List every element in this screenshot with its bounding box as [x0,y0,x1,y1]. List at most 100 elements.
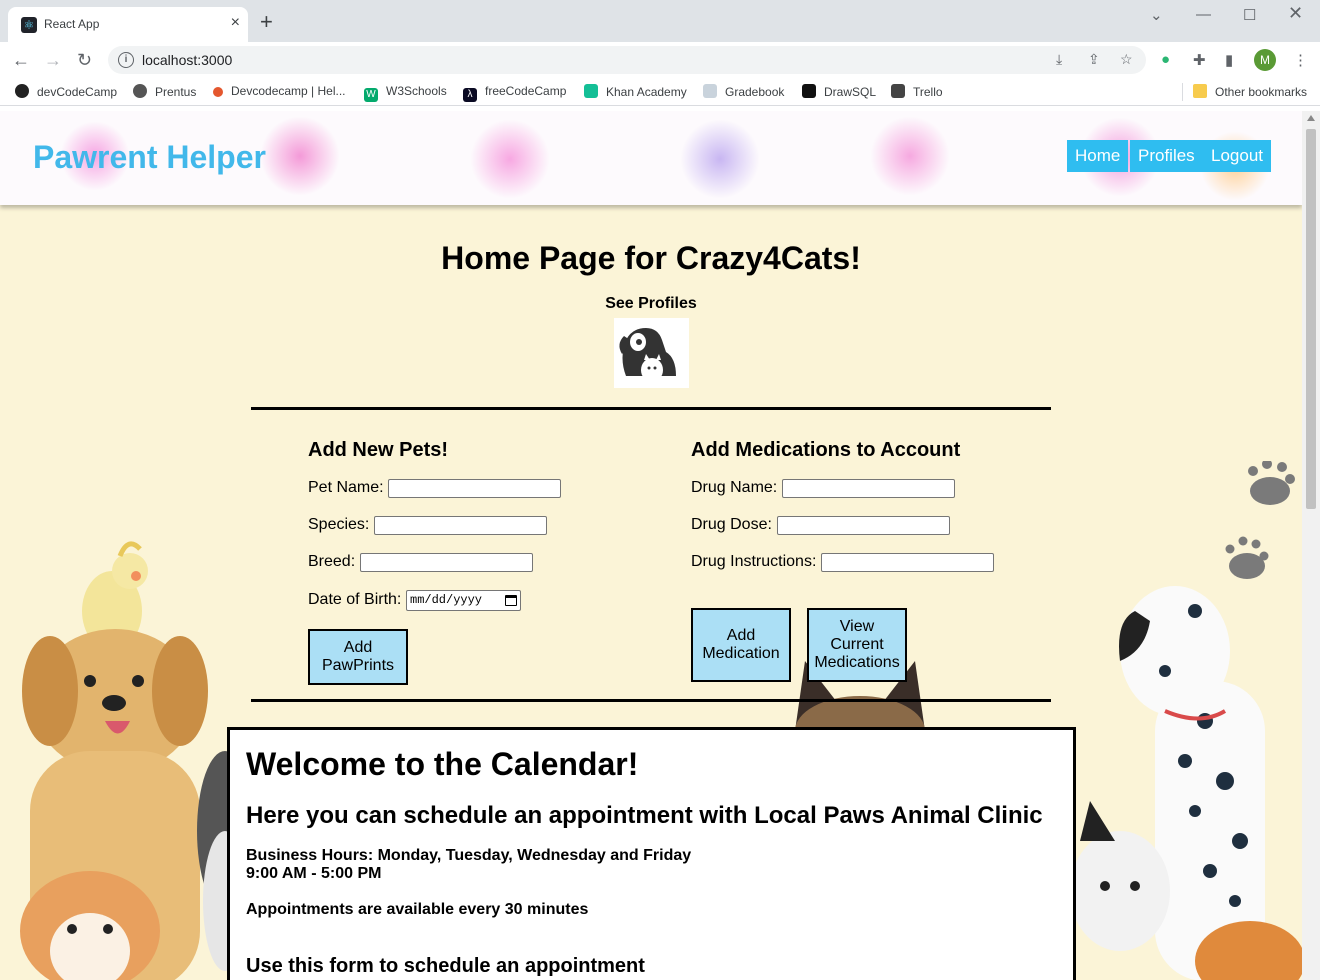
bookmark-prentus[interactable]: Prentus [133,84,196,99]
devcodecamp-help-icon [213,87,223,97]
bookmark-devcodecamp[interactable]: devCodeCamp [15,84,117,99]
species-input[interactable] [374,516,547,535]
page-scrollbar[interactable] [1302,111,1320,980]
section-divider [251,699,1051,702]
calendar-subtitle: Here you can schedule an appointment wit… [246,802,1043,829]
nav-profiles[interactable]: Profiles [1130,140,1203,172]
drawsql-icon [802,84,816,98]
trello-icon [891,84,905,98]
bookmark-drawsql[interactable]: DrawSQL [802,84,876,99]
watercolor-decoration [680,119,760,199]
watercolor-decoration [870,116,950,196]
business-hours-times: 9:00 AM - 5:00 PM [246,865,382,882]
dob-placeholder: mm/dd/yyyy [410,593,483,607]
dog-cat-icon [619,328,676,382]
browser-tab[interactable]: ⚛ React App × [8,7,248,42]
add-pets-title: Add New Pets! [308,439,449,461]
dalmatian-and-dogs-illustration [1075,461,1302,980]
drug-instructions-input[interactable] [821,553,994,572]
bookmark-label: Devcodecamp | Hel... [231,84,346,98]
bookmarks-bar: devCodeCamp Prentus Devcodecamp | Hel...… [0,78,1320,106]
species-label: Species: [308,516,370,533]
site-header: Pawrent Helper Home Profiles Logout [0,111,1302,205]
khan-academy-icon [584,84,598,98]
bookmark-label: W3Schools [386,84,447,98]
extensions-puzzle-icon[interactable]: ✚ [1193,51,1206,69]
folder-icon [1193,84,1207,98]
close-tab-icon[interactable]: × [231,14,240,32]
bookmark-label: Khan Academy [606,85,687,99]
bookmark-devcodecamp-help[interactable]: Devcodecamp | Hel... [213,84,346,98]
bookmark-label: devCodeCamp [37,85,118,99]
brand-title[interactable]: Pawrent Helper [33,139,266,176]
url-text[interactable]: localhost:3000 [142,52,232,68]
bookmark-label: Gradebook [725,85,785,99]
close-window-icon[interactable]: ✕ [1288,3,1303,24]
bookmark-gradebook[interactable]: Gradebook [703,84,784,99]
add-medications-title: Add Medications to Account [691,439,961,461]
maximize-icon[interactable]: ☐ [1243,6,1256,24]
bookmark-freecodecamp[interactable]: λ freeCodeCamp [463,84,566,102]
add-pawprints-button[interactable]: Add PawPrints [308,629,408,685]
dob-label: Date of Birth: [308,591,402,608]
page-viewport: Pawrent Helper Home Profiles Logout Home… [0,111,1302,980]
drug-dose-input[interactable] [777,516,950,535]
watercolor-decoration [470,119,550,199]
extension-leaf-icon[interactable]: ● [1161,51,1170,68]
calendar-title: Welcome to the Calendar! [246,746,639,782]
nav-home[interactable]: Home [1067,140,1129,172]
see-profiles-image[interactable] [614,318,689,388]
prentus-icon [133,84,147,98]
drug-dose-label: Drug Dose: [691,516,772,533]
back-icon[interactable]: ← [12,49,30,71]
tab-search-icon[interactable]: ⌄ [1150,6,1163,24]
menu-kebab-icon[interactable]: ⋮ [1293,51,1308,69]
drug-instructions-label: Drug Instructions: [691,553,817,570]
bookmark-star-icon[interactable]: ☆ [1120,51,1133,68]
other-bookmarks[interactable]: Other bookmarks [1193,84,1307,99]
share-icon[interactable]: ⇪ [1088,51,1100,68]
schedule-form-title: Use this form to schedule an appointment [246,955,645,977]
bookmark-khan-academy[interactable]: Khan Academy [584,84,687,99]
bookmark-trello[interactable]: Trello [891,84,943,99]
gradebook-icon [703,84,717,98]
devcodecamp-icon [15,84,29,98]
scroll-up-arrow-icon[interactable] [1307,115,1315,121]
bookmark-w3schools[interactable]: W W3Schools [364,84,447,102]
install-icon[interactable]: ⤓ [1056,51,1062,68]
site-info-icon[interactable]: i [118,52,134,68]
breed-label: Breed: [308,553,356,570]
forward-icon[interactable]: → [44,49,62,71]
breed-input[interactable] [360,553,533,572]
reload-icon[interactable]: ↻ [77,49,92,71]
bookmark-label: Trello [913,85,943,99]
new-tab-icon[interactable]: + [260,11,273,33]
dob-date-input[interactable]: mm/dd/yyyy [406,590,521,611]
section-divider [251,407,1051,410]
address-bar[interactable]: i localhost:3000 ⤓ ⇪ ☆ [108,46,1146,74]
drug-name-input[interactable] [782,479,955,498]
scrollbar-thumb[interactable] [1306,129,1316,509]
bookmark-label: DrawSQL [824,85,877,99]
w3schools-icon: W [364,88,378,102]
bookmark-label: freeCodeCamp [485,84,567,98]
appointment-availability: Appointments are available every 30 minu… [246,901,589,918]
nav-logout[interactable]: Logout [1203,140,1271,172]
other-bookmarks-label: Other bookmarks [1215,85,1308,99]
add-medication-button[interactable]: Add Medication [691,608,791,682]
freecodecamp-icon: λ [463,88,477,102]
pet-name-label: Pet Name: [308,479,384,496]
business-hours-days: Business Hours: Monday, Tuesday, Wednesd… [246,847,692,864]
calendar-panel: Welcome to the Calendar! Here you can sc… [227,727,1076,980]
view-medications-button[interactable]: View Current Medications [807,608,907,682]
bookmark-label: Prentus [155,85,197,99]
profile-avatar[interactable]: M [1254,49,1276,71]
watercolor-decoration [260,116,340,196]
minimize-icon[interactable]: — [1196,6,1211,23]
drug-name-label: Drug Name: [691,479,778,496]
calendar-icon[interactable] [505,595,517,606]
page-title: Home Page for Crazy4Cats! [441,240,861,276]
browser-tab-strip: ⚛ React App × + ⌄ — ☐ ✕ [0,0,1320,42]
pet-name-input[interactable] [388,479,561,498]
side-panel-icon[interactable]: ▮ [1225,51,1233,69]
